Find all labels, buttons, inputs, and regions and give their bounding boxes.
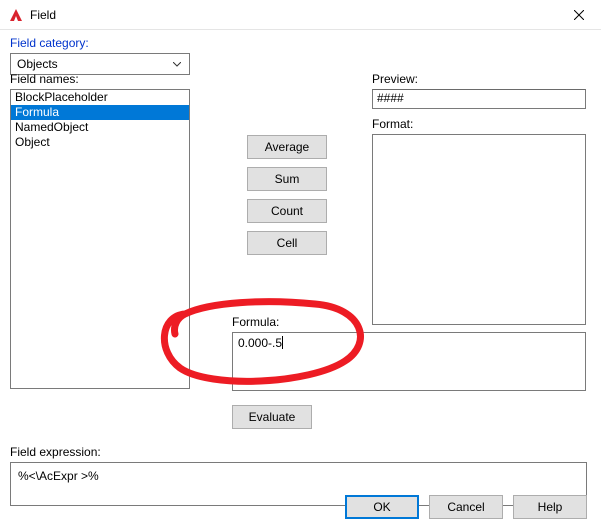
close-icon: [574, 10, 584, 20]
format-listbox[interactable]: [372, 134, 586, 325]
list-item[interactable]: BlockPlaceholder: [11, 90, 189, 105]
cancel-button[interactable]: Cancel: [429, 495, 503, 519]
preview-label: Preview:: [372, 72, 586, 86]
field-names-listbox[interactable]: BlockPlaceholder Formula NamedObject Obj…: [10, 89, 190, 389]
list-item[interactable]: Object: [11, 135, 189, 150]
ok-button[interactable]: OK: [345, 495, 419, 519]
close-button[interactable]: [556, 0, 601, 30]
count-button[interactable]: Count: [247, 199, 327, 223]
preview-box: ####: [372, 89, 586, 109]
dialog-footer: OK Cancel Help: [0, 490, 601, 524]
formula-value: 0.000-.5: [238, 336, 282, 350]
help-button[interactable]: Help: [513, 495, 587, 519]
list-item[interactable]: Formula: [11, 105, 189, 120]
formula-label: Formula:: [232, 315, 586, 329]
field-names-label: Field names:: [10, 72, 190, 86]
field-expression-value: %<\AcExpr >%: [18, 469, 99, 483]
field-expression-label: Field expression:: [10, 445, 587, 459]
sum-button[interactable]: Sum: [247, 167, 327, 191]
list-item[interactable]: NamedObject: [11, 120, 189, 135]
title-bar: Field: [0, 0, 601, 30]
average-button[interactable]: Average: [247, 135, 327, 159]
cell-button[interactable]: Cell: [247, 231, 327, 255]
field-category-value: Objects: [17, 57, 58, 71]
chevron-down-icon: [169, 55, 185, 73]
evaluate-button[interactable]: Evaluate: [232, 405, 312, 429]
preview-value: ####: [377, 91, 404, 105]
field-category-label: Field category:: [10, 36, 591, 50]
text-cursor: [282, 336, 283, 349]
format-label: Format:: [372, 117, 586, 131]
window-title: Field: [30, 8, 56, 22]
formula-input[interactable]: 0.000-.5: [232, 332, 586, 391]
app-icon: [8, 7, 24, 23]
